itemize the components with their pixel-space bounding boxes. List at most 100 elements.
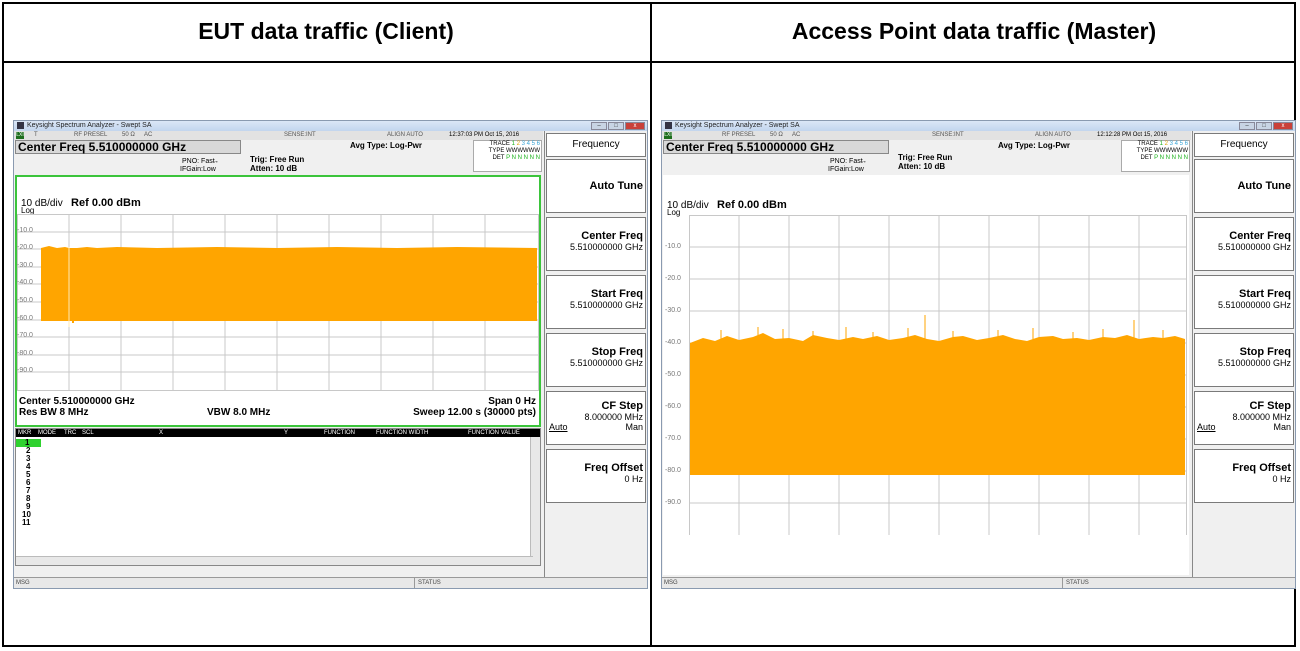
arrow-icon: → <box>212 158 219 165</box>
align: ALIGN AUTO <box>1035 132 1071 138</box>
header-divider <box>2 61 1296 63</box>
marker-table[interactable]: MKR MODE TRC SCL X Y FUNCTION FUNCTION W… <box>15 428 541 566</box>
y-tick: -40.0 <box>17 279 33 286</box>
lxi-indicator: LXI <box>16 132 24 139</box>
status-line: LXI RF PRESEL 50 Ω AC SENSE:INT ALIGN AU… <box>662 131 1191 140</box>
impedance: 50 Ω <box>770 132 783 138</box>
center-freq-button[interactable]: Center Freq 5.510000000 GHz <box>1194 217 1294 271</box>
ifgain-label: IFGain:Low <box>828 166 864 173</box>
coupling: AC <box>144 132 153 138</box>
atten-label: Atten: 10 dB <box>898 162 946 171</box>
marker-row[interactable]: 11 <box>22 519 30 527</box>
marker-table-header: MKR MODE TRC SCL X Y FUNCTION FUNCTION W… <box>16 429 540 437</box>
y-tick: -80.0 <box>17 350 33 357</box>
trace-svg <box>17 214 539 391</box>
y-tick: -60.0 <box>17 315 33 322</box>
stop-freq-button[interactable]: Stop Freq 5.510000000 GHz <box>1194 333 1294 387</box>
auto-tune-button[interactable]: Auto Tune <box>1194 159 1294 213</box>
center-freq-display[interactable]: Center Freq 5.510000000 GHz <box>663 140 889 154</box>
trigger-indicator: T <box>34 132 38 138</box>
auto-tune-button[interactable]: Auto Tune <box>546 159 646 213</box>
coupling: AC <box>792 132 801 138</box>
trace-indicator: TRACE 1 2 3 4 5 6 TYPE WWWWWW DET P N N … <box>1121 140 1190 172</box>
vbw: VBW 8.0 MHz <box>207 407 271 418</box>
softkey-panel: Frequency Auto Tune Center Freq 5.5100000… <box>544 131 647 577</box>
center-foot: Center 5.510000000 GHz <box>19 396 135 407</box>
bottom-status-bar: MSG STATUS <box>662 577 1295 588</box>
menu-title: Frequency <box>1194 133 1294 157</box>
y-tick: -60.0 <box>665 403 681 410</box>
impedance: 50 Ω <box>122 132 135 138</box>
spectrum-plot[interactable]: 10 dB/div Ref 0.00 dBm Log Center 5.5100… <box>663 175 1189 575</box>
right-column-header: Access Point data traffic (Master) <box>791 18 1157 44</box>
close-button[interactable]: x <box>625 122 645 130</box>
msg-label: MSG <box>16 580 30 586</box>
spectrum-plot[interactable]: 10 dB/div Ref 0.00 dBm Log Center 5.5100… <box>15 175 541 427</box>
pno-label: PNO: Fast <box>830 158 863 165</box>
start-freq-button[interactable]: Start Freq 5.510000000 GHz <box>1194 275 1294 329</box>
y-tick: -70.0 <box>17 332 33 339</box>
lxi-indicator: LXI <box>664 132 672 139</box>
analyzer-window-client: Keysight Spectrum Analyzer - Swept SA – □… <box>13 120 648 589</box>
close-button[interactable]: x <box>1273 122 1293 130</box>
title-bar: Keysight Spectrum Analyzer - Swept SA – □… <box>14 121 647 131</box>
status-line: LXI T RF PRESEL 50 Ω AC SENSE:INT ALIGN … <box>14 131 543 140</box>
trace-indicator: TRACE 1 2 3 4 5 6 TYPE WWWWWW DET P N N … <box>473 140 542 172</box>
ifgain-label: IFGain:Low <box>180 166 216 173</box>
center-freq-display[interactable]: Center Freq 5.510000000 GHz <box>15 140 241 154</box>
trig-label: Trig: Free Run <box>250 155 305 164</box>
y-tick: -20.0 <box>665 275 681 282</box>
atten-label: Atten: 10 dB <box>250 164 298 173</box>
analyzer-window-master: Keysight Spectrum Analyzer - Swept SA – □… <box>661 120 1296 589</box>
y-tick: -20.0 <box>17 244 33 251</box>
sense: SENSE:INT <box>932 132 964 138</box>
trace-svg <box>689 215 1187 535</box>
app-icon <box>17 122 24 129</box>
cf-step-button[interactable]: CF Step 8.000000 MHz Auto Man <box>546 391 646 445</box>
span: Span 0 Hz <box>488 396 536 407</box>
stop-freq-button[interactable]: Stop Freq 5.510000000 GHz <box>546 333 646 387</box>
avg-type: Avg Type: Log-Pwr <box>350 141 422 150</box>
status-label: STATUS <box>414 578 448 588</box>
y-tick: -80.0 <box>665 467 681 474</box>
pno-label: PNO: Fast <box>182 158 215 165</box>
maximize-button[interactable]: □ <box>1256 122 1272 130</box>
freq-offset-button[interactable]: Freq Offset 0 Hz <box>546 449 646 503</box>
freq-offset-button[interactable]: Freq Offset 0 Hz <box>1194 449 1294 503</box>
sense: SENSE:INT <box>284 132 316 138</box>
minimize-button[interactable]: – <box>1239 122 1255 130</box>
center-freq-button[interactable]: Center Freq 5.510000000 GHz <box>546 217 646 271</box>
maximize-button[interactable]: □ <box>608 122 624 130</box>
y-tick: -30.0 <box>17 262 33 269</box>
rf-input: RF PRESEL <box>722 132 756 138</box>
vertical-scrollbar[interactable] <box>530 437 540 565</box>
arrow-icon: → <box>860 158 867 165</box>
left-column-header: EUT data traffic (Client) <box>198 18 454 44</box>
horizontal-scrollbar[interactable] <box>16 556 533 565</box>
minimize-button[interactable]: – <box>591 122 607 130</box>
column-divider <box>650 2 652 647</box>
cf-step-button[interactable]: CF Step 8.000000 MHz Auto Man <box>1194 391 1294 445</box>
window-title: Keysight Spectrum Analyzer - Swept SA <box>675 122 800 129</box>
y-tick: -50.0 <box>17 297 33 304</box>
softkey-panel: Frequency Auto Tune Center Freq 5.5100000… <box>1192 131 1295 577</box>
status-label: STATUS <box>1062 578 1096 588</box>
trace-fill <box>41 246 537 321</box>
y-tick: -40.0 <box>665 339 681 346</box>
y-tick: -90.0 <box>665 499 681 506</box>
y-tick: -10.0 <box>665 243 681 250</box>
app-icon <box>665 122 672 129</box>
y-tick: -70.0 <box>665 435 681 442</box>
y-tick: -90.0 <box>17 367 33 374</box>
rf-input: RF PRESEL <box>74 132 108 138</box>
avg-type: Avg Type: Log-Pwr <box>998 141 1070 150</box>
window-title: Keysight Spectrum Analyzer - Swept SA <box>27 122 152 129</box>
start-freq-button[interactable]: Start Freq 5.510000000 GHz <box>546 275 646 329</box>
bottom-status-bar: MSG STATUS <box>14 577 647 588</box>
timestamp: 12:37:03 PM Oct 15, 2016 <box>449 132 520 138</box>
y-tick: -50.0 <box>665 371 681 378</box>
msg-label: MSG <box>664 580 678 586</box>
title-bar: Keysight Spectrum Analyzer - Swept SA – □… <box>662 121 1295 131</box>
timestamp: 12:12:28 PM Oct 15, 2016 <box>1097 132 1168 138</box>
res-bw: Res BW 8 MHz <box>19 407 89 418</box>
